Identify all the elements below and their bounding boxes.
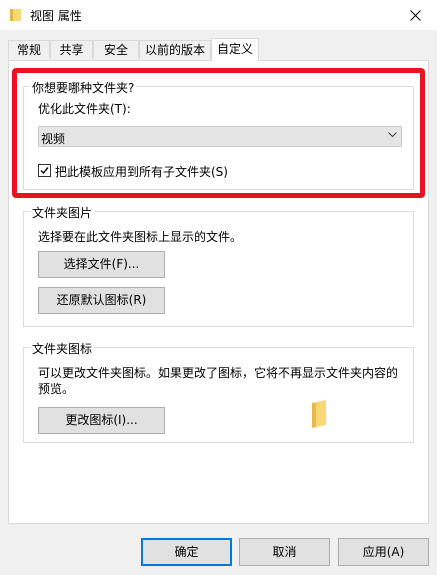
folder-preview-icon [312,400,326,428]
apply-button[interactable]: 应用(A) [338,538,429,566]
optimize-dropdown-value: 视频 [41,132,66,146]
tab-sharing[interactable]: 共享 [50,40,93,59]
change-icon-button[interactable]: 更改图标(I)... [38,407,165,434]
folder-type-legend: 你想要哪种文件夹? [30,79,137,96]
optimize-label: 优化此文件夹(T): [38,102,131,116]
apply-subfolders-label: 把此模板应用到所有子文件夹(S) [55,165,228,179]
folder-icon-description-line1: 可以更改文件夹图标。如果更改了图标，它将不再显示文件夹内容的 [38,366,399,380]
ok-button[interactable]: 确定 [141,538,232,566]
tab-previous-versions[interactable]: 以前的版本 [139,40,211,59]
folder-icon-description-line2: 预览。 [38,382,75,396]
folder-icon [10,9,21,21]
tab-general[interactable]: 常规 [8,40,50,59]
chevron-down-icon [388,132,397,138]
window-title: 视图 属性 [30,9,82,23]
optimize-dropdown[interactable]: 视频 [38,126,402,147]
folder-icon-legend: 文件夹图标 [30,340,95,357]
cancel-button[interactable]: 取消 [239,538,330,566]
close-button[interactable] [393,0,437,30]
tab-security[interactable]: 安全 [93,40,139,59]
folder-pictures-description: 选择要在此文件夹图标上显示的文件。 [38,230,243,244]
title-bar: 视图 属性 [0,0,437,30]
choose-file-button[interactable]: 选择文件(F)... [38,251,165,278]
folder-pictures-legend: 文件夹图片 [30,204,95,221]
apply-subfolders-checkbox[interactable] [38,164,51,177]
close-icon [409,9,421,21]
restore-default-button[interactable]: 还原默认图标(R) [38,287,165,314]
checkmark-icon [40,167,49,175]
tab-customize[interactable]: 自定义 [211,38,259,61]
